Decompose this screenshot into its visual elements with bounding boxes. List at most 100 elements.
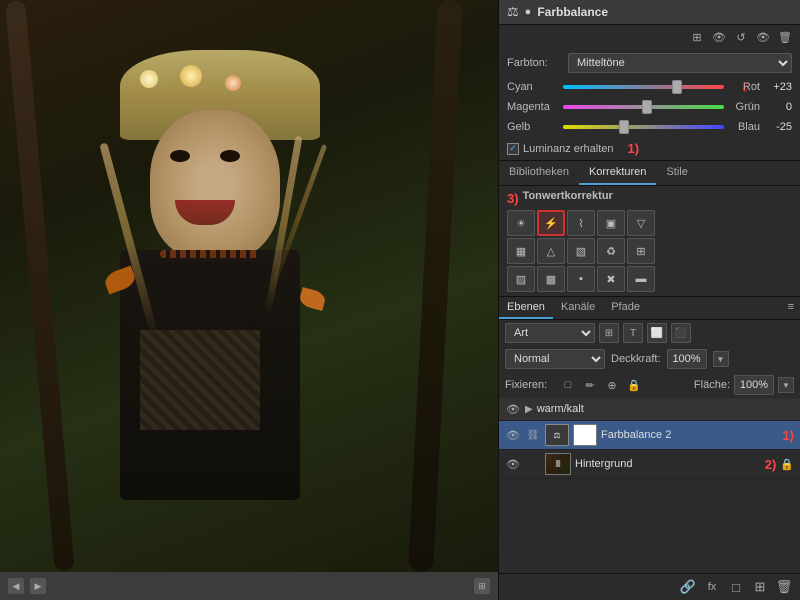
- cyan-rot-slider[interactable]: [563, 80, 724, 94]
- balance-icon: ⚖: [507, 4, 519, 20]
- gelb-blau-thumb[interactable]: [619, 120, 629, 134]
- layers-icon-2[interactable]: T: [623, 323, 643, 343]
- panel-icon-delete[interactable]: 🗑: [776, 28, 794, 46]
- luminanz-row: ✓ Luminanz erhalten 1): [499, 137, 800, 160]
- panel-icon-layers[interactable]: ⊞: [688, 28, 706, 46]
- luminanz-checkbox-label[interactable]: ✓ Luminanz erhalten: [507, 143, 614, 155]
- korrekturen-section: 3) Tonwertkorrektur ☀ ⚡ ⌇ ▣ ▽ ▦ △ ▧ ♻ ⊞: [499, 186, 800, 296]
- deckkraft-input[interactable]: [667, 349, 707, 369]
- hintergrund-thumb[interactable]: ▓: [545, 453, 571, 475]
- fix-icon-brush[interactable]: ✏: [581, 376, 599, 394]
- flaeche-input[interactable]: [734, 375, 774, 395]
- corr-icon-brightness[interactable]: ☀: [507, 210, 535, 236]
- hintergrund-visibility[interactable]: 👁: [505, 456, 521, 472]
- corr-icon-channel-mixer[interactable]: ⊞: [627, 238, 655, 264]
- panel-title: Farbbalance: [537, 5, 608, 19]
- layers-delete-btn[interactable]: 🗑: [774, 577, 794, 597]
- layers-link-btn[interactable]: 🔗: [678, 577, 698, 597]
- corr-icon-row-3: ▨ ▩ ▪ ✖ ▬: [507, 266, 792, 292]
- panel-icon-reset[interactable]: ↺: [732, 28, 750, 46]
- hintergrund-annotation: 2): [765, 457, 777, 472]
- farbbalance2-link[interactable]: ⛓: [525, 427, 541, 443]
- main-photo: [0, 0, 498, 572]
- panel-icon-view[interactable]: 👁: [754, 28, 772, 46]
- ebenen-tab-pfade[interactable]: Pfade: [603, 297, 648, 319]
- corr-icon-hsl[interactable]: ▦: [507, 238, 535, 264]
- magenta-gruen-slider[interactable]: [563, 100, 724, 114]
- corr-icon-gradientmap[interactable]: ▬: [627, 266, 655, 292]
- corr-icon-threshold[interactable]: ✖: [597, 266, 625, 292]
- fixieren-label: Fixieren:: [505, 379, 555, 391]
- cyan-label: Cyan: [507, 81, 559, 93]
- flaeche-label: Fläche:: [694, 379, 730, 391]
- farbbalance2-mask-thumb[interactable]: [573, 424, 597, 446]
- blend-mode-row: Normal Deckkraft: ▼: [499, 346, 800, 372]
- tab-stile[interactable]: Stile: [656, 161, 697, 185]
- corr-icon-photofilter[interactable]: ♻: [597, 238, 625, 264]
- annotation-3: 3): [507, 191, 519, 206]
- blend-mode-select[interactable]: Normal: [505, 349, 605, 369]
- panel-icon-eye[interactable]: 👁: [710, 28, 728, 46]
- layer-farbbalance-2[interactable]: 👁 ⛓ ⚖ Farbbalance 2 1): [499, 421, 800, 450]
- deckkraft-arrow[interactable]: ▼: [713, 351, 729, 367]
- farbton-label: Farbton:: [507, 57, 562, 69]
- layers-mask-btn[interactable]: □: [726, 577, 746, 597]
- gelb-blau-row: Gelb Blau -25: [499, 117, 800, 137]
- magenta-gruen-thumb[interactable]: [642, 100, 652, 114]
- corr-icon-posterize[interactable]: ▪: [567, 266, 595, 292]
- layer-list: 👁 ▶ warm/kalt 👁 ⛓ ⚖ Farbbalance 2 1) 👁 ▓: [499, 398, 800, 573]
- layers-icon-1[interactable]: ⊞: [599, 323, 619, 343]
- farbbalance2-annotation: 1): [782, 428, 794, 443]
- deckkraft-label: Deckkraft:: [611, 353, 661, 365]
- farbton-select[interactable]: Mitteltöne: [568, 53, 792, 73]
- layers-icon-3[interactable]: ⬜: [647, 323, 667, 343]
- ebenen-panel-menu[interactable]: ≡: [782, 297, 800, 319]
- cyan-rot-thumb[interactable]: [672, 80, 682, 94]
- rot-value: +23: [764, 81, 792, 93]
- fix-icon-rect[interactable]: □: [559, 376, 577, 394]
- corr-icon-row-1: ☀ ⚡ ⌇ ▣ ▽: [507, 210, 792, 236]
- layers-add-btn[interactable]: ⊞: [750, 577, 770, 597]
- cyan-rot-row: Cyan Rot +23: [499, 77, 800, 97]
- blau-label: Blau: [728, 121, 760, 133]
- ebenen-tab-kanaele[interactable]: Kanäle: [553, 297, 603, 319]
- luminanz-label: Luminanz erhalten: [523, 143, 614, 155]
- corr-icon-row-2: ▦ △ ▧ ♻ ⊞: [507, 238, 792, 264]
- corr-icon-bw[interactable]: ▧: [567, 238, 595, 264]
- group-name: warm/kalt: [537, 403, 794, 415]
- group-arrow[interactable]: ▶: [525, 404, 533, 415]
- corr-icon-exposure[interactable]: ▣: [597, 210, 625, 236]
- corr-icon-invert[interactable]: ▩: [537, 266, 565, 292]
- korrekturen-title: Tonwertkorrektur: [523, 190, 613, 202]
- annotation-1: 1): [628, 141, 640, 156]
- farbbalance2-visibility[interactable]: 👁: [505, 427, 521, 443]
- farbbalance-header: ⚖ ● Farbbalance: [499, 0, 800, 25]
- bottom-icon-1[interactable]: ◀: [8, 578, 24, 594]
- corr-icon-colorlookup[interactable]: ▨: [507, 266, 535, 292]
- layers-bottom-toolbar: 🔗 fx □ ⊞ 🗑: [499, 573, 800, 600]
- corr-icon-curves[interactable]: ⌇: [567, 210, 595, 236]
- corr-icon-colorbalance[interactable]: △: [537, 238, 565, 264]
- group-visibility-toggle[interactable]: 👁: [505, 401, 521, 417]
- image-canvas: ◀ ▶ ⊞: [0, 0, 498, 600]
- fix-icon-lock[interactable]: 🔒: [625, 376, 643, 394]
- blau-value: -25: [764, 121, 792, 133]
- layer-hintergrund[interactable]: 👁 ▓ Hintergrund 2) 🔒: [499, 450, 800, 479]
- tab-bibliotheken[interactable]: Bibliotheken: [499, 161, 579, 185]
- layers-fx-btn[interactable]: fx: [702, 577, 722, 597]
- gelb-blau-slider[interactable]: [563, 120, 724, 134]
- flaeche-arrow[interactable]: ▼: [778, 377, 794, 393]
- art-select[interactable]: Art: [505, 323, 595, 343]
- layers-icon-4[interactable]: ⬛: [671, 323, 691, 343]
- farbbalance2-name: Farbbalance 2: [601, 429, 778, 441]
- corr-icon-vibrance[interactable]: ▽: [627, 210, 655, 236]
- zoom-level[interactable]: ⊞: [474, 578, 490, 594]
- corr-icon-levels[interactable]: ⚡: [537, 210, 565, 236]
- tab-korrekturen[interactable]: Korrekturen: [579, 161, 656, 185]
- luminanz-checkbox[interactable]: ✓: [507, 143, 519, 155]
- fix-icon-move[interactable]: ⊕: [603, 376, 621, 394]
- bottom-icon-2[interactable]: ▶: [30, 578, 46, 594]
- layer-group-warm-kalt[interactable]: 👁 ▶ warm/kalt: [499, 398, 800, 421]
- farbton-row: Farbton: Mitteltöne: [499, 49, 800, 77]
- ebenen-tab-ebenen[interactable]: Ebenen: [499, 297, 553, 319]
